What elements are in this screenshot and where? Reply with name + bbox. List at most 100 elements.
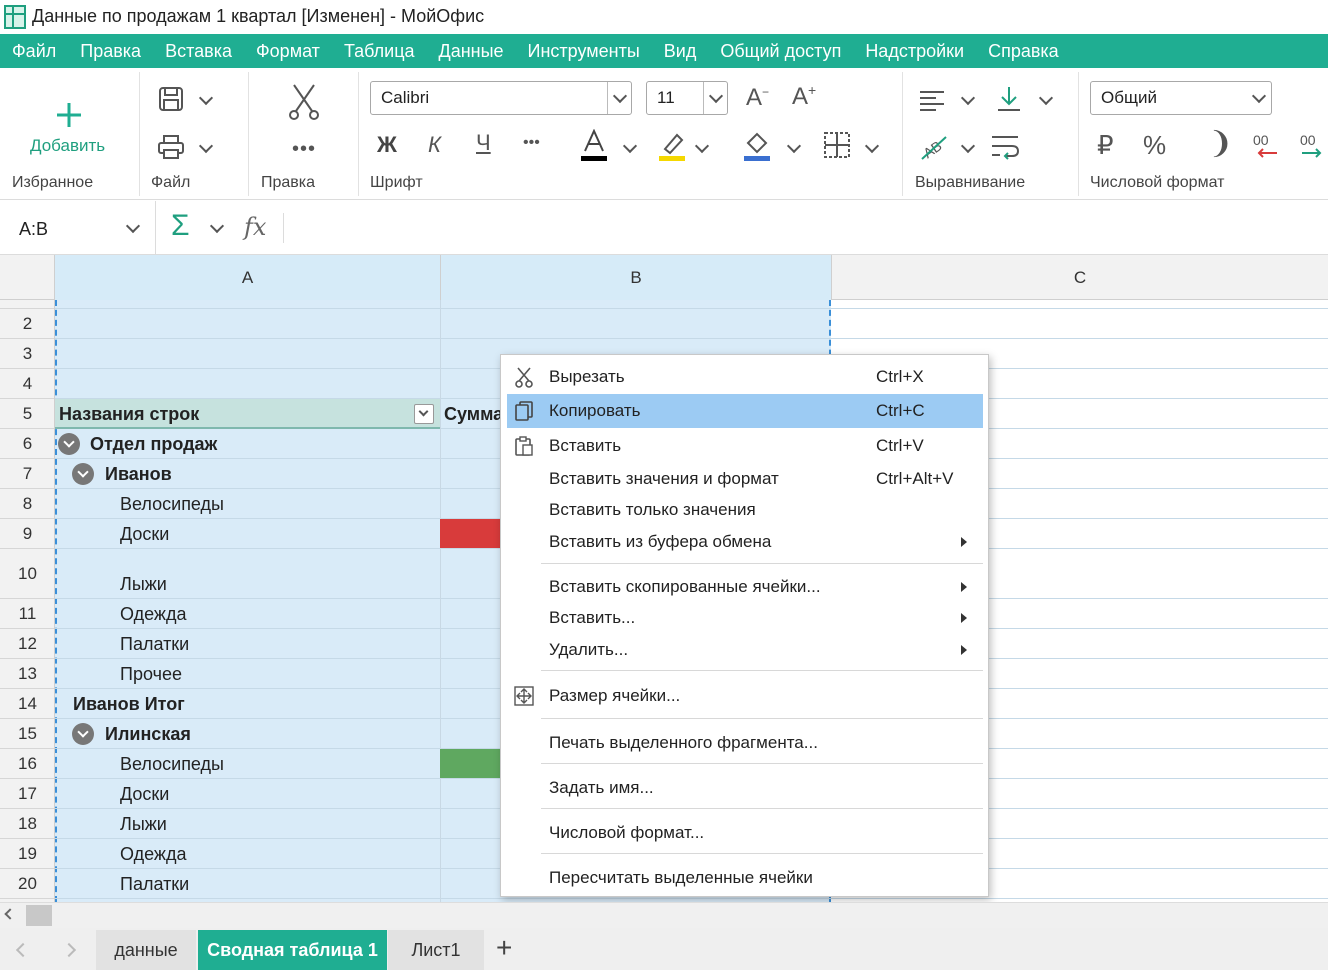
- cut-icon[interactable]: [284, 82, 324, 122]
- font-increase-icon[interactable]: A+: [792, 82, 816, 111]
- sheet-tab-data[interactable]: данные: [96, 930, 196, 970]
- increase-decimal-icon[interactable]: 00: [1298, 130, 1328, 164]
- function-icon[interactable]: fx: [244, 213, 266, 241]
- menu-table[interactable]: Таблица: [332, 34, 427, 68]
- column-header-c[interactable]: C: [832, 255, 1328, 300]
- name-box[interactable]: A:B: [0, 201, 156, 255]
- pivot-item[interactable]: Прочее: [120, 664, 182, 685]
- menu-item-cell-size[interactable]: Размер ячейки...: [507, 679, 983, 713]
- menu-sharing[interactable]: Общий доступ: [708, 34, 853, 68]
- row-header[interactable]: 11: [0, 599, 54, 629]
- pivot-item[interactable]: Одежда: [120, 844, 186, 865]
- more-edit-icon[interactable]: •••: [292, 138, 316, 161]
- menu-format[interactable]: Формат: [244, 34, 332, 68]
- menu-item-insert-copied-cells[interactable]: Вставить скопированные ячейки...: [507, 570, 983, 604]
- row-header[interactable]: 3: [0, 339, 54, 369]
- menu-edit[interactable]: Правка: [68, 34, 153, 68]
- pivot-values-header[interactable]: Сумма: [444, 404, 503, 425]
- menu-insert[interactable]: Вставка: [153, 34, 244, 68]
- menu-view[interactable]: Вид: [652, 34, 709, 68]
- pivot-subgroup-label[interactable]: Иванов: [105, 464, 172, 485]
- pivot-subtotal-label[interactable]: Иванов Итог: [73, 694, 185, 715]
- font-size-select[interactable]: 11: [646, 81, 728, 115]
- sheet-tab-pivot[interactable]: Сводная таблица 1: [198, 930, 387, 970]
- borders-chevron-icon[interactable]: [862, 138, 882, 158]
- row-header[interactable]: 20: [0, 869, 54, 899]
- highlight-chevron-icon[interactable]: [692, 138, 712, 158]
- menu-item-paste-values-only[interactable]: Вставить только значения: [507, 493, 983, 527]
- align-bottom-icon[interactable]: [994, 84, 1024, 114]
- row-header[interactable]: 16: [0, 749, 54, 779]
- menu-file[interactable]: Файл: [0, 34, 68, 68]
- font-name-select[interactable]: Calibri: [370, 81, 632, 115]
- menu-item-paste-values-format[interactable]: Вставить значения и формат Ctrl+Alt+V: [507, 462, 983, 496]
- menu-item-copy[interactable]: Копировать Ctrl+C: [507, 394, 983, 428]
- horizontal-scrollbar[interactable]: [0, 902, 1328, 928]
- menu-data[interactable]: Данные: [427, 34, 516, 68]
- menu-item-paste-from-clipboard[interactable]: Вставить из буфера обмена: [507, 525, 983, 559]
- pivot-item[interactable]: Велосипеды: [120, 494, 224, 515]
- row-header[interactable]: 2: [0, 309, 54, 339]
- font-decrease-icon[interactable]: A−: [746, 84, 769, 112]
- pivot-item[interactable]: Палатки: [120, 634, 189, 655]
- menu-tools[interactable]: Инструменты: [516, 34, 652, 68]
- pivot-subgroup-label[interactable]: Илинская: [105, 724, 191, 745]
- prev-sheet-icon[interactable]: [15, 942, 31, 958]
- menu-item-paste[interactable]: Вставить Ctrl+V: [507, 429, 983, 463]
- sum-chevron-icon[interactable]: [208, 218, 226, 237]
- scroll-thumb[interactable]: [26, 905, 52, 926]
- add-button-label[interactable]: Добавить: [30, 136, 105, 156]
- save-dropdown-chevron-icon[interactable]: [196, 90, 216, 110]
- print-icon[interactable]: [156, 132, 186, 162]
- pivot-item[interactable]: Доски: [120, 524, 169, 545]
- column-header-a[interactable]: A: [55, 255, 441, 300]
- row-header[interactable]: 6: [0, 429, 54, 459]
- pivot-item[interactable]: Велосипеды: [120, 754, 224, 775]
- pivot-item[interactable]: Лыжи: [120, 574, 167, 595]
- scroll-left-icon[interactable]: [4, 908, 16, 920]
- row-header-1-partial[interactable]: [0, 300, 54, 309]
- column-header-b[interactable]: B: [441, 255, 832, 300]
- row-header[interactable]: 7: [0, 459, 54, 489]
- wrap-text-icon[interactable]: [990, 132, 1022, 162]
- vertical-align-chevron-icon[interactable]: [1036, 90, 1056, 110]
- align-left-icon[interactable]: [917, 86, 947, 116]
- collapse-group-button[interactable]: [72, 463, 94, 485]
- menu-item-cut[interactable]: Вырезать Ctrl+X: [507, 360, 983, 394]
- menu-addons[interactable]: Надстройки: [853, 34, 976, 68]
- row-header[interactable]: 15: [0, 719, 54, 749]
- row-header[interactable]: 8: [0, 489, 54, 519]
- percent-format-button[interactable]: %: [1143, 130, 1166, 161]
- pivot-item[interactable]: Доски: [120, 784, 169, 805]
- highlight-icon[interactable]: [656, 128, 688, 164]
- save-icon[interactable]: [156, 84, 186, 114]
- next-sheet-icon[interactable]: [61, 942, 77, 958]
- red-fill-cell[interactable]: [440, 519, 500, 548]
- currency-format-button[interactable]: ₽: [1097, 130, 1114, 161]
- menu-item-define-name[interactable]: Задать имя...: [507, 771, 983, 805]
- rotation-chevron-icon[interactable]: [958, 138, 978, 158]
- collapse-group-button[interactable]: [72, 723, 94, 745]
- decrease-decimal-icon[interactable]: 00: [1250, 130, 1284, 164]
- row-header[interactable]: 14: [0, 689, 54, 719]
- sheet-tab-list1[interactable]: Лист1: [388, 930, 484, 970]
- align-chevron-icon[interactable]: [958, 90, 978, 110]
- fill-color-icon[interactable]: [741, 128, 773, 164]
- filter-dropdown-button[interactable]: [414, 404, 434, 424]
- borders-icon[interactable]: [822, 130, 852, 160]
- bold-button[interactable]: Ж: [377, 132, 397, 158]
- row-header[interactable]: 10: [0, 549, 54, 599]
- text-color-icon[interactable]: [578, 128, 610, 164]
- pivot-group-label[interactable]: Отдел продаж: [90, 434, 217, 455]
- menu-item-delete[interactable]: Удалить...: [507, 633, 983, 667]
- print-dropdown-chevron-icon[interactable]: [196, 138, 216, 158]
- pivot-row-labels-header[interactable]: Названия строк: [59, 404, 199, 425]
- menu-item-insert[interactable]: Вставить...: [507, 601, 983, 635]
- pivot-item[interactable]: Лыжи: [120, 814, 167, 835]
- select-all-corner[interactable]: [0, 255, 55, 300]
- menu-item-recalculate[interactable]: Пересчитать выделенные ячейки: [507, 861, 983, 895]
- menu-item-print-selection[interactable]: Печать выделенного фрагмента...: [507, 726, 983, 760]
- text-color-chevron-icon[interactable]: [620, 138, 640, 158]
- underline-button[interactable]: Ч: [476, 130, 491, 156]
- text-rotation-icon[interactable]: AB: [917, 130, 951, 164]
